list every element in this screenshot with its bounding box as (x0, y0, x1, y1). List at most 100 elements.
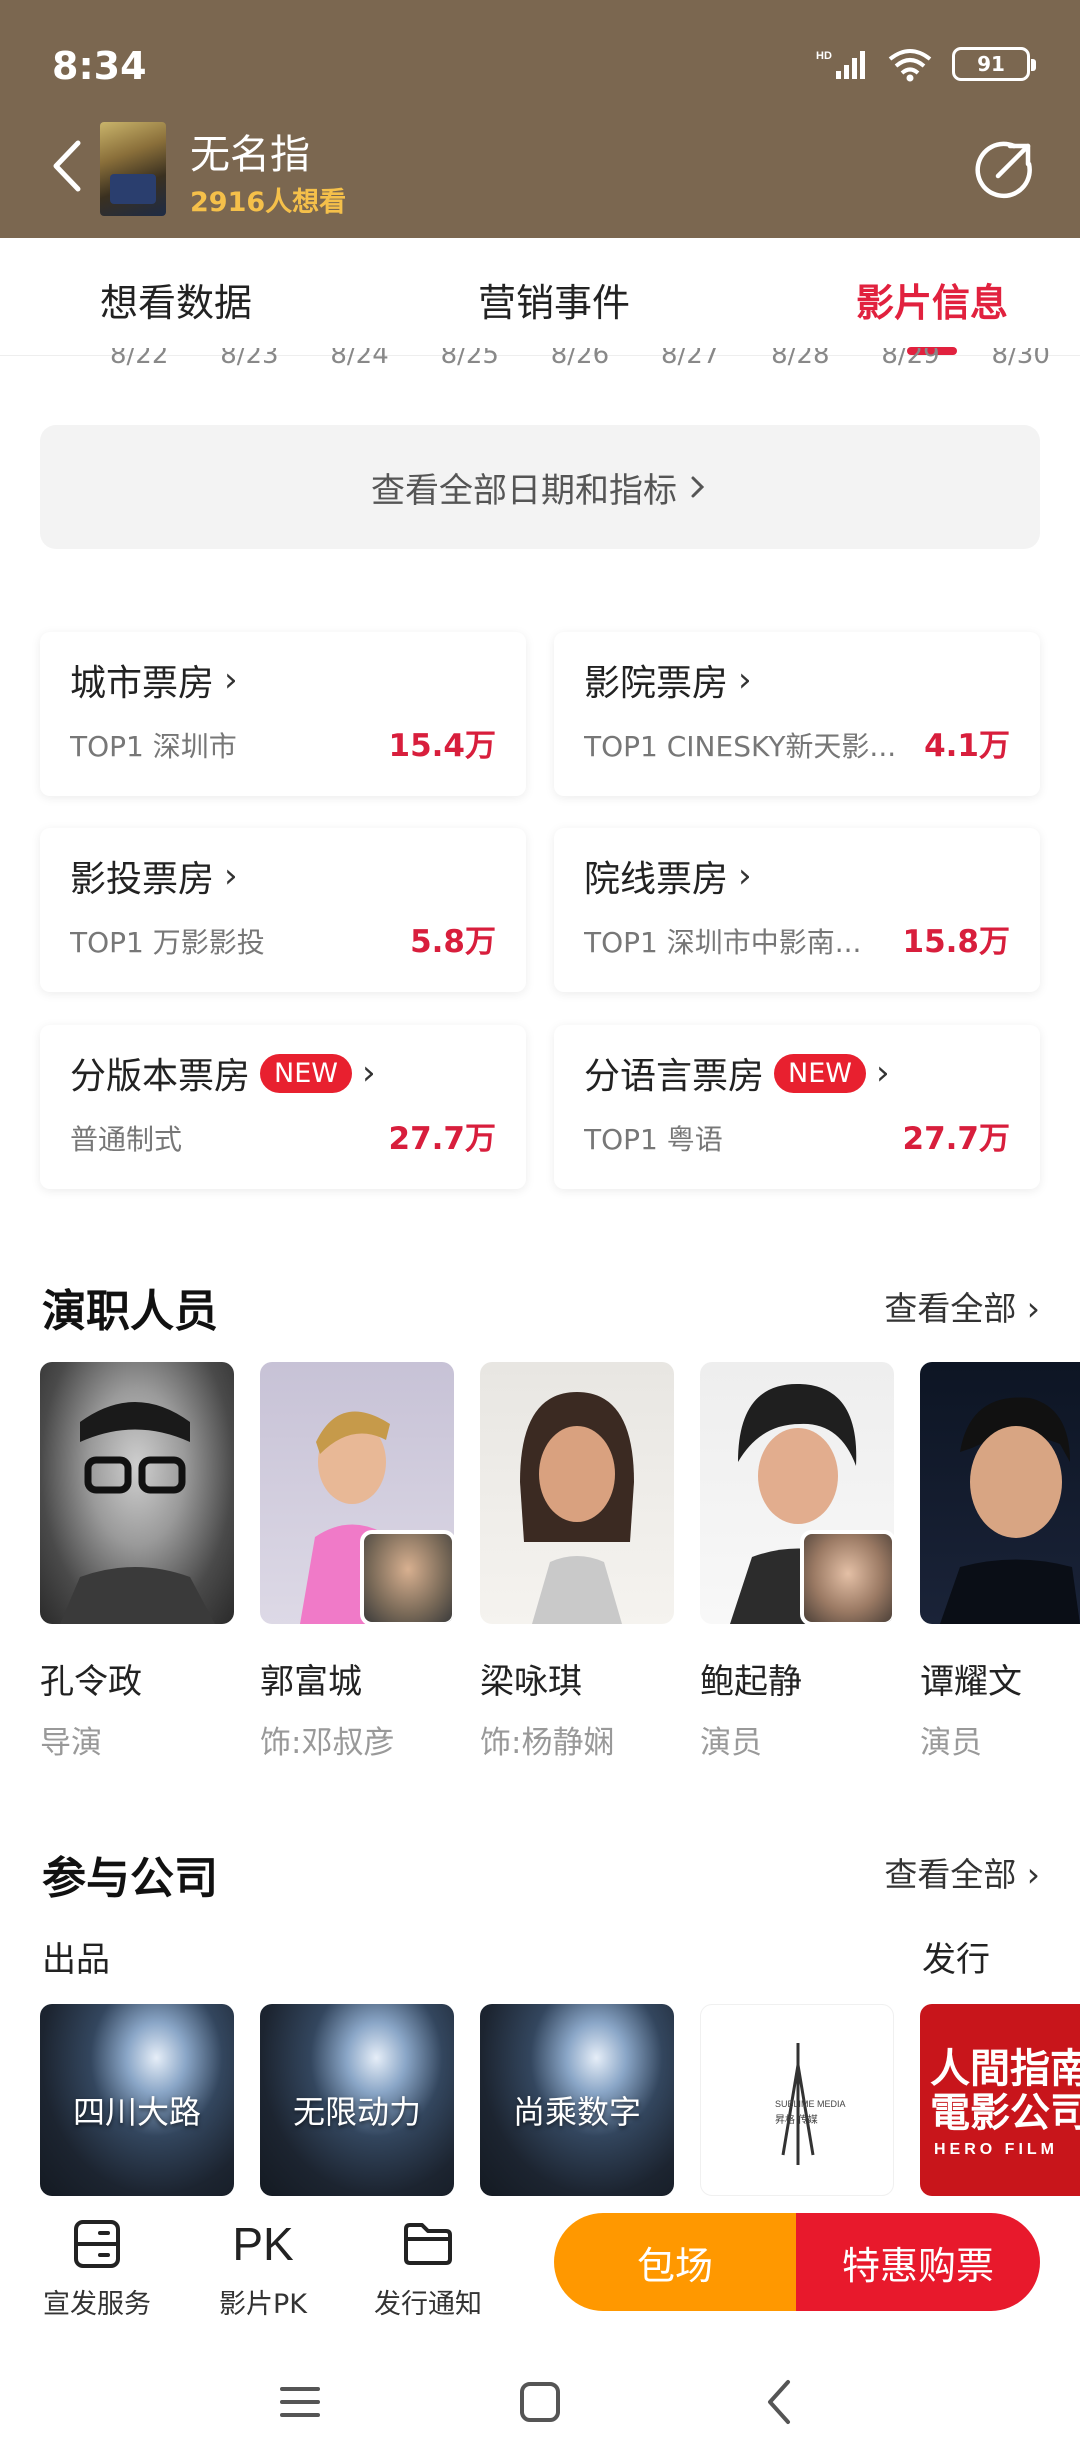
promo-service-button[interactable]: 宣发服务 (38, 2214, 156, 2321)
cast-photo (260, 1362, 454, 1624)
date-tick: 8/26 (550, 348, 610, 370)
bottom-item-label: 发行通知 (374, 2289, 482, 2320)
date-tick: 8/29 (881, 348, 940, 370)
tab-want-data[interactable]: 想看数据 (100, 238, 252, 355)
folder-icon (404, 2223, 452, 2265)
card-title: 影院票房 (584, 663, 729, 704)
glasses-portrait-icon (60, 1402, 215, 1624)
chevron-right-icon (691, 476, 705, 498)
release-notice-button[interactable]: 发行通知 (368, 2214, 488, 2321)
card-title: 院线票房 (584, 859, 729, 900)
date-tick: 8/25 (440, 348, 499, 370)
card-value: 4.1万 (924, 728, 1010, 764)
card-value: 5.8万 (410, 924, 496, 960)
battery-level: 91 (977, 52, 1005, 76)
new-badge: NEW (774, 1053, 866, 1093)
cast-card[interactable]: 郭富城 饰:邓叔彦 (260, 1362, 454, 1762)
cast-name: 鲍起静 (700, 1662, 802, 1702)
movie-pk-button[interactable]: PK 影片PK (208, 2214, 318, 2321)
back-button[interactable] (44, 136, 90, 196)
company-card[interactable]: 人間指南 電影公司 HERO FILM (920, 2004, 1080, 2196)
company-card[interactable]: 四川大路 (40, 2004, 234, 2196)
chevron-right-icon: › (738, 660, 752, 700)
share-button[interactable] (974, 138, 1036, 200)
cast-role: 饰:邓叔彦 (260, 1725, 395, 1761)
company-name: 四川大路 (72, 2093, 201, 2131)
chevron-right-icon: › (361, 1053, 376, 1093)
card-title: 影投票房 (70, 859, 215, 900)
role-photo (360, 1530, 454, 1624)
circuit-box-office-card[interactable]: 院线票房 › TOP1 深圳市中影南... 15.8万 (554, 828, 1040, 992)
cast-card[interactable]: 孔令政 导演 (40, 1362, 234, 1762)
menu-icon (280, 2387, 320, 2417)
cast-name: 郭富城 (260, 1662, 362, 1702)
chevron-right-icon: › (1016, 1289, 1040, 1328)
logo-text: 人間指南 (930, 2046, 1080, 2092)
logo-text: 昇格 传媒 (775, 2113, 818, 2126)
buy-ticket-button[interactable]: 特惠购票 (796, 2213, 1040, 2311)
portrait-icon (520, 1392, 634, 1624)
menu-nav-button[interactable] (270, 2372, 330, 2432)
chevron-right-icon: › (875, 1053, 890, 1093)
company-card[interactable]: 无限动力 (260, 2004, 454, 2196)
view-all-dates-button[interactable]: 查看全部日期和指标 (40, 425, 1040, 549)
company-section-title: 参与公司 (42, 1853, 218, 1904)
home-nav-button[interactable] (510, 2372, 570, 2432)
server-icon (74, 2220, 120, 2268)
bottom-action-bar: 宣发服务 PK 影片PK 发行通知 包场 特惠购票 (0, 2196, 1080, 2336)
cast-section-title: 演职人员 (42, 1286, 218, 1337)
tab-marketing-events[interactable]: 营销事件 (478, 238, 630, 355)
card-value: 15.4万 (388, 728, 497, 764)
chevron-right-icon: › (1016, 1855, 1040, 1894)
city-box-office-card[interactable]: 城市票房 › TOP1 深圳市 15.4万 (40, 632, 526, 796)
card-title: 分版本票房 (70, 1056, 251, 1097)
hero-film-logo: 人間指南 電影公司 HERO FILM (930, 2046, 1080, 2158)
cast-role: 演员 (700, 1725, 762, 1761)
tab-movie-info[interactable]: 影片信息 (856, 238, 1008, 355)
pk-icon: PK (232, 2218, 294, 2270)
card-top1: TOP1 CINESKY新天影... (584, 730, 897, 763)
chevron-right-icon: › (224, 856, 238, 896)
see-all-label: 查看全部 (884, 1855, 1017, 1894)
cinema-box-office-card[interactable]: 影院票房 › TOP1 CINESKY新天影... 4.1万 (554, 632, 1040, 796)
date-tick: 8/28 (771, 348, 830, 370)
version-box-office-card[interactable]: 分版本票房 NEW › 普通制式 27.7万 (40, 1025, 526, 1189)
date-tick: 8/22 (110, 348, 169, 370)
cast-role: 导演 (40, 1725, 102, 1761)
bottom-item-label: 影片PK (219, 2289, 307, 2320)
company-card[interactable]: 尚乘数字 (480, 2004, 674, 2196)
date-axis: 8/22 8/23 8/24 8/25 8/26 8/27 8/28 8/29 … (110, 348, 1050, 382)
view-all-dates-label: 查看全部日期和指标 (371, 470, 677, 511)
company-card[interactable]: SUBLIME MEDIA 昇格 传媒 (700, 2004, 894, 2196)
cast-card[interactable]: 谭耀文 演员 (920, 1362, 1080, 1762)
cast-card[interactable]: 梁咏琪 饰:杨静娴 (480, 1362, 674, 1762)
company-see-all-link[interactable]: 查看全部 › (884, 1848, 1040, 1896)
back-nav-button[interactable] (750, 2372, 810, 2432)
status-time: 8:34 (52, 44, 147, 88)
signal-icon: HD (816, 50, 865, 79)
cast-card[interactable]: 鲍起静 演员 (700, 1362, 894, 1762)
card-top1: 普通制式 (70, 1123, 183, 1156)
card-top1: TOP1 深圳市中影南... (584, 926, 862, 959)
want-to-see-count: 2916人想看 (190, 187, 347, 218)
battery-icon: 91 (952, 47, 1036, 81)
portrait-icon (940, 1397, 1080, 1624)
book-screening-button[interactable]: 包场 (554, 2213, 796, 2311)
chevron-right-icon: › (224, 660, 238, 700)
cast-role: 演员 (920, 1725, 982, 1761)
new-badge: NEW (260, 1053, 352, 1093)
cast-see-all-link[interactable]: 查看全部 › (884, 1282, 1040, 1330)
cast-name: 孔令政 (40, 1662, 142, 1702)
status-icons: HD 91 (816, 46, 1036, 82)
date-tick: 8/23 (220, 348, 279, 370)
logo-text: HERO FILM (934, 2141, 1058, 2158)
movie-poster-thumbnail[interactable] (100, 122, 166, 216)
card-value: 27.7万 (388, 1121, 497, 1157)
role-photo (800, 1530, 894, 1624)
share-icon (975, 141, 1032, 199)
date-tick: 8/27 (660, 348, 720, 370)
language-box-office-card[interactable]: 分语言票房 NEW › TOP1 粤语 27.7万 (554, 1025, 1040, 1189)
date-tick: 8/24 (330, 348, 389, 370)
investor-box-office-card[interactable]: 影投票房 › TOP1 万影影投 5.8万 (40, 828, 526, 992)
chevron-right-icon: › (738, 856, 752, 896)
